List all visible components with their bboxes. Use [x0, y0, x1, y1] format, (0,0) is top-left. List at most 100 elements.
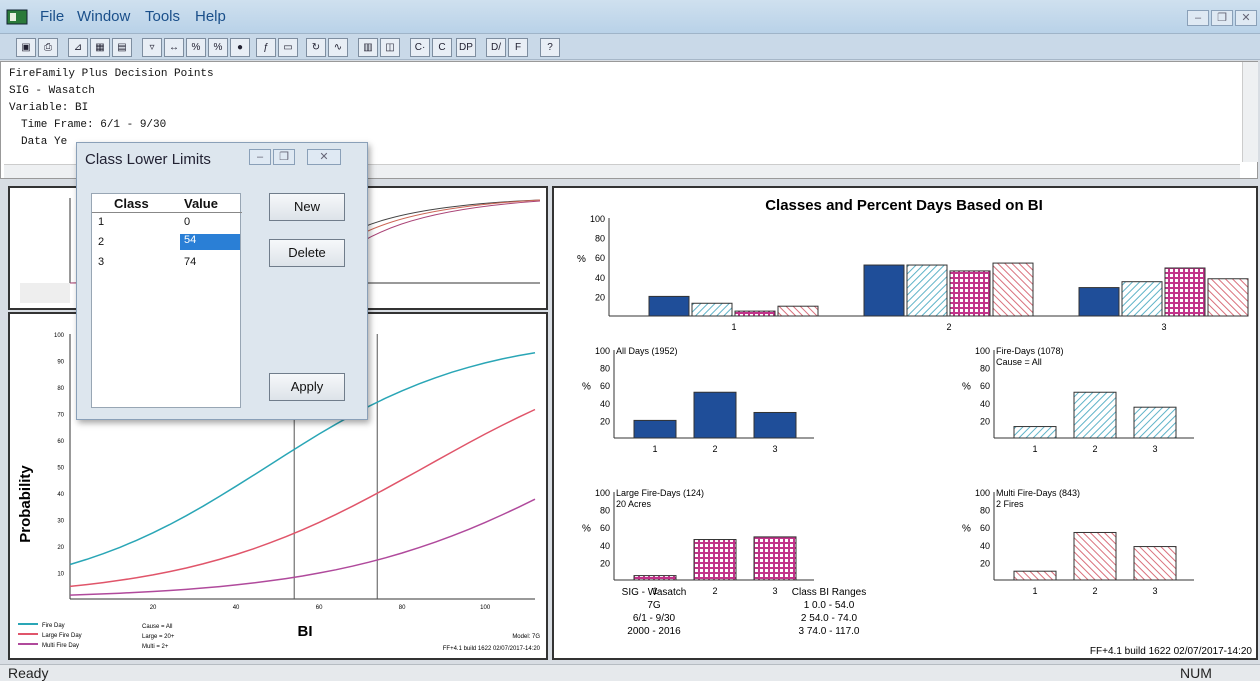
vertical-scrollbar[interactable]: [1242, 62, 1258, 162]
station-season: 6/1 - 9/30: [633, 613, 676, 624]
y-axis-title: Probability: [17, 465, 34, 543]
status-bar: [0, 664, 1260, 681]
bar: [648, 295, 690, 317]
percent-icon[interactable]: %: [186, 38, 206, 57]
y-tick-label: 20: [980, 416, 990, 426]
value-cell[interactable]: 0: [184, 216, 190, 228]
panel-subtitle: 20 Acres: [616, 499, 652, 509]
refresh-icon[interactable]: ↻: [306, 38, 326, 57]
close-icon[interactable]: ✕: [307, 149, 341, 165]
x-tick-label: 40: [233, 605, 240, 611]
status-text: Ready: [8, 665, 49, 681]
y-tick-label: 60: [57, 439, 64, 445]
menu-tools[interactable]: Tools: [145, 8, 180, 25]
restore-icon[interactable]: ❐: [273, 149, 295, 165]
menu-file[interactable]: File: [40, 8, 64, 25]
x-tick-label: 1: [731, 322, 736, 332]
class-lower-limits-dialog: Class Lower Limits – ❐ ✕ Class Value 1 0…: [76, 142, 368, 420]
cause-label: Cause = All: [142, 624, 173, 630]
y-tick-label: 60: [980, 381, 990, 391]
bar: [691, 302, 733, 317]
column-header-value[interactable]: Value: [184, 196, 218, 211]
range-row: 2 54.0 - 74.0: [801, 613, 858, 624]
ranges-title: Class BI Ranges: [792, 587, 866, 598]
bar: [753, 411, 797, 439]
x-tick-label: 1: [1032, 444, 1037, 454]
class-cell[interactable]: 1: [98, 216, 104, 228]
minimize-icon[interactable]: –: [1187, 10, 1209, 26]
model-label: Model: 7G: [512, 634, 540, 640]
multi-fire-day-curve: [69, 498, 536, 596]
bar: [1121, 281, 1163, 317]
grid-icon[interactable]: ▤: [112, 38, 132, 57]
calc-icon[interactable]: ▭: [278, 38, 298, 57]
panel-subtitle: Cause = All: [996, 357, 1042, 367]
report-line: Variable: BI: [9, 102, 89, 114]
analysis-icon[interactable]: ∿: [328, 38, 348, 57]
x-tick-label: 3: [772, 444, 777, 454]
value-cell[interactable]: 74: [184, 256, 196, 268]
num-lock-indicator: NUM: [1180, 665, 1212, 681]
y-tick-label: 40: [595, 273, 605, 283]
y-tick-label: 20: [980, 558, 990, 568]
x-tick-label: 2: [712, 586, 717, 596]
y-tick-label: 30: [57, 519, 64, 525]
save-icon[interactable]: ▣: [16, 38, 36, 57]
x-tick-label: 80: [399, 605, 406, 611]
station-name: SIG - Wasatch: [622, 587, 687, 598]
delete-button[interactable]: Delete: [269, 239, 345, 267]
x-tick-label: 60: [316, 605, 323, 611]
y-tick-label: 80: [980, 506, 990, 516]
panel-title: Fire-Days (1078): [996, 346, 1064, 356]
panel-title: Multi Fire-Days (843): [996, 488, 1080, 498]
y-tick-label: 40: [980, 541, 990, 551]
column-header-class[interactable]: Class: [114, 196, 149, 211]
y-axis-label: %: [962, 382, 971, 393]
dp-edit-button[interactable]: D/: [486, 38, 506, 57]
main-chart-title: Classes and Percent Days Based on BI: [765, 197, 1043, 214]
x-tick-label: 3: [1152, 586, 1157, 596]
percentile-icon[interactable]: %: [208, 38, 228, 57]
station-model: 7G: [647, 600, 661, 611]
y-tick-label: 80: [600, 364, 610, 374]
menu-help[interactable]: Help: [195, 8, 226, 25]
print-icon[interactable]: ⎙: [38, 38, 58, 57]
fire-button[interactable]: F: [508, 38, 528, 57]
help-icon[interactable]: ?: [540, 38, 560, 57]
plot-icon[interactable]: ◫: [380, 38, 400, 57]
value-cell-selected[interactable]: 54: [180, 234, 240, 250]
close-icon[interactable]: ✕: [1235, 10, 1257, 26]
y-tick-label: 100: [595, 488, 610, 498]
filter-icon[interactable]: ▿: [142, 38, 162, 57]
build-label: FF+4.1 build 1622 02/07/2017-14:20: [443, 646, 541, 652]
x-tick-label: 3: [1161, 322, 1166, 332]
class-button-2[interactable]: C: [432, 38, 452, 57]
menu-window[interactable]: Window: [77, 8, 130, 25]
range-row: 1 0.0 - 54.0: [804, 600, 855, 611]
y-tick-label: 100: [590, 214, 605, 224]
class-grid[interactable]: Class Value 1 0 2 54 3 74: [91, 193, 242, 408]
class-chart-panel: Classes and Percent Days Based on BI 20 4…: [552, 186, 1258, 660]
class-cell[interactable]: 2: [98, 236, 104, 248]
y-tick-label: 60: [595, 253, 605, 263]
y-tick-label: 20: [600, 416, 610, 426]
minimize-icon[interactable]: –: [249, 149, 271, 165]
dp-button[interactable]: DP: [456, 38, 476, 57]
table-icon[interactable]: ▦: [90, 38, 110, 57]
bar: [1078, 287, 1120, 317]
class-cell[interactable]: 3: [98, 256, 104, 268]
bar: [1013, 570, 1057, 581]
chart-icon[interactable]: ⊿: [68, 38, 88, 57]
pin-icon[interactable]: ●: [230, 38, 250, 57]
y-tick-label: 60: [600, 381, 610, 391]
y-tick-label: 80: [980, 364, 990, 374]
histogram-icon[interactable]: ▥: [358, 38, 378, 57]
range-icon[interactable]: ↔: [164, 38, 184, 57]
bar: [863, 264, 905, 317]
bar: [1073, 391, 1117, 439]
restore-icon[interactable]: ❐: [1211, 10, 1233, 26]
class-button-1[interactable]: C·: [410, 38, 430, 57]
apply-button[interactable]: Apply: [269, 373, 345, 401]
new-button[interactable]: New: [269, 193, 345, 221]
formula-icon[interactable]: ƒ: [256, 38, 276, 57]
